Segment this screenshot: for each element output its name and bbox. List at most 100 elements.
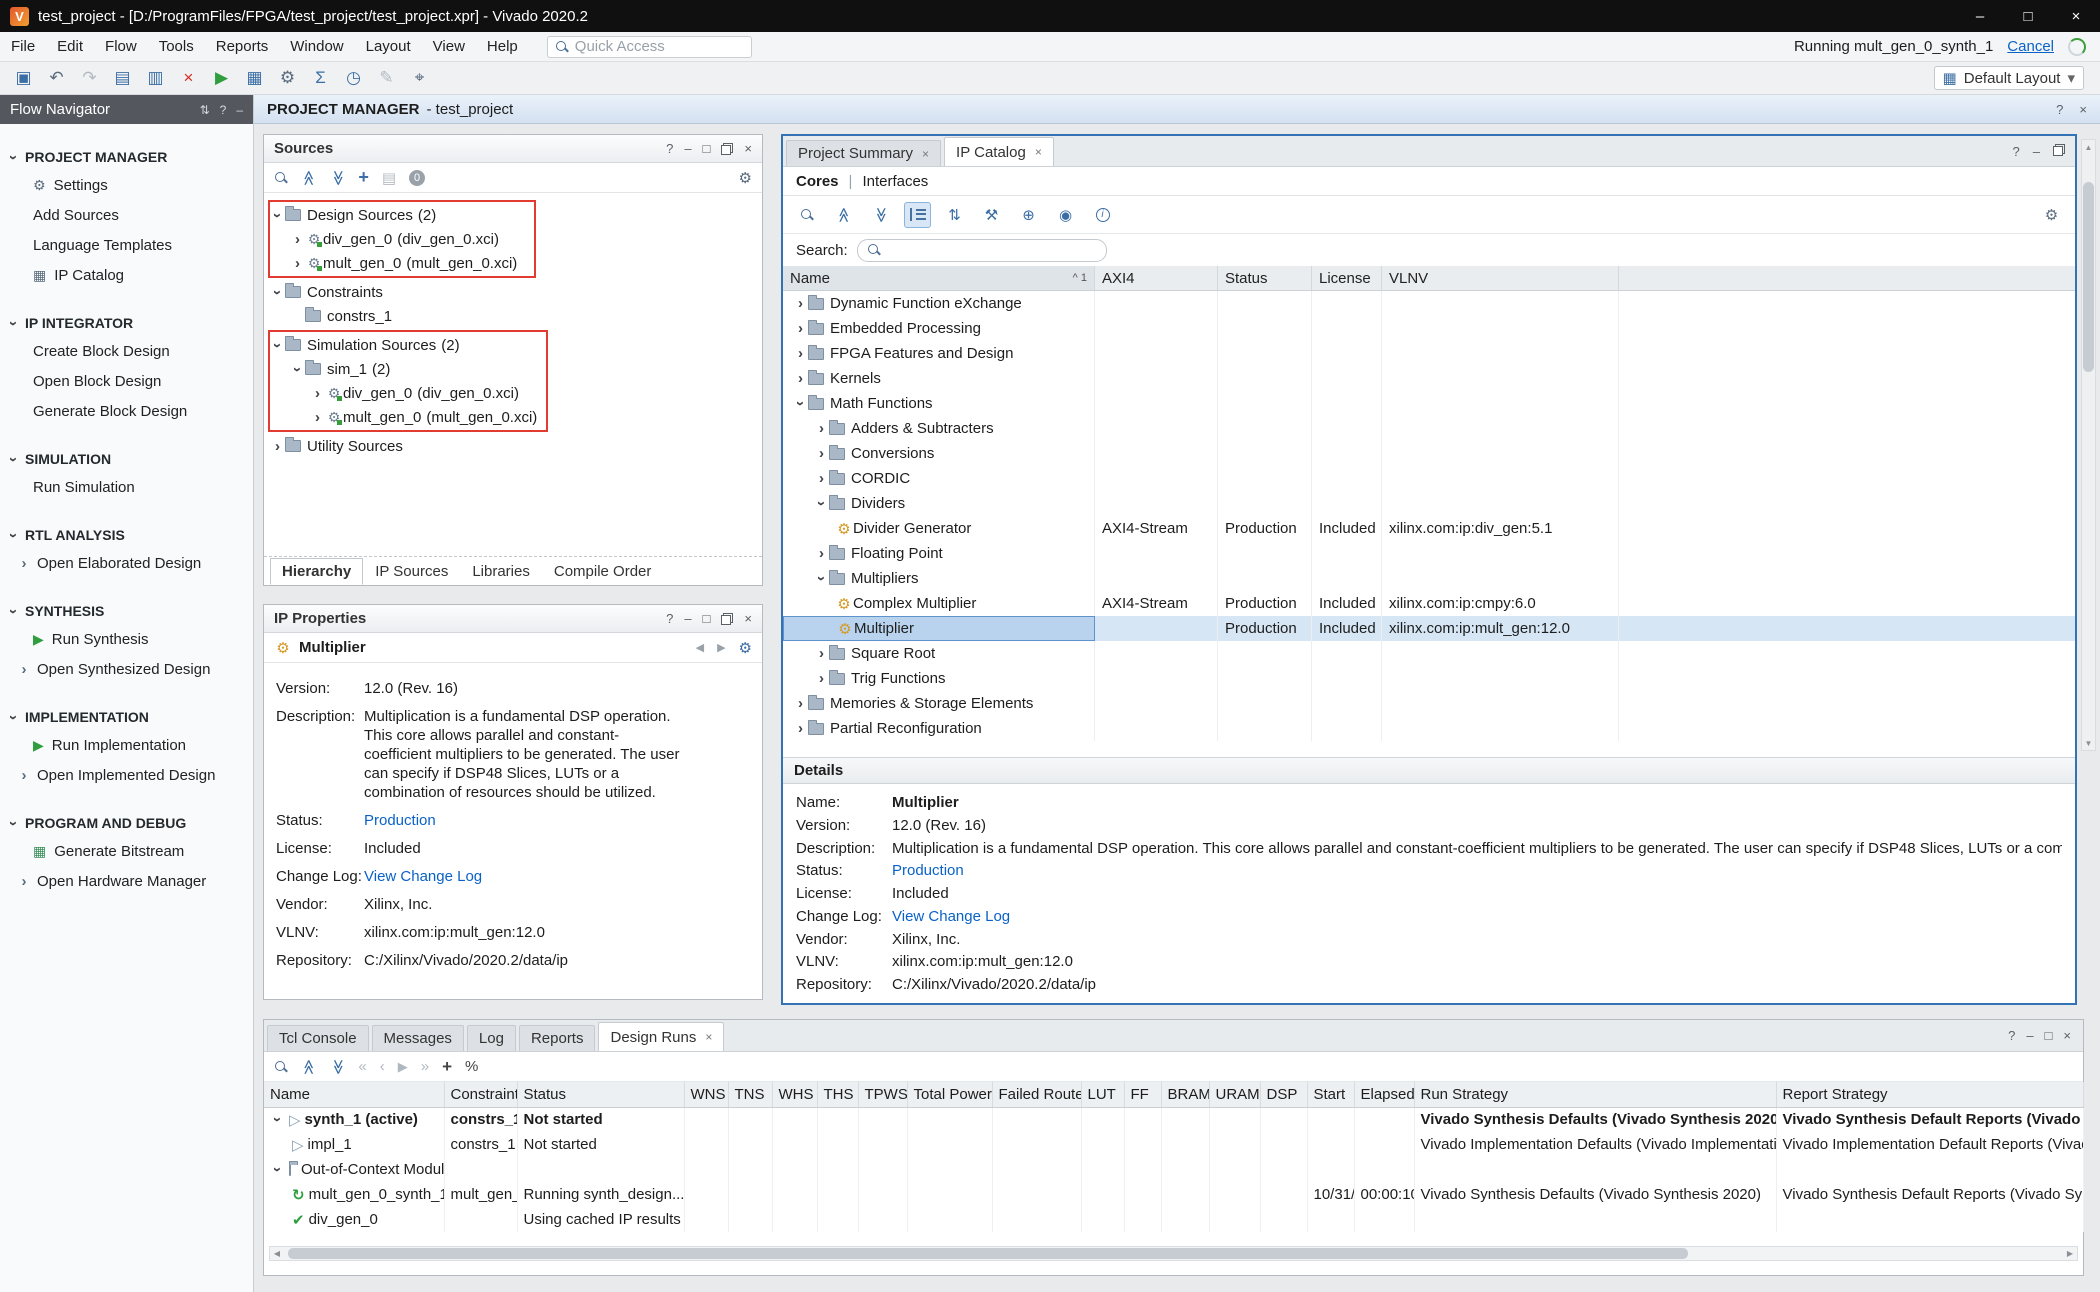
chevron-right-icon[interactable]: [793, 345, 808, 362]
catalog-row-partial-reconfiguration[interactable]: Partial Reconfiguration: [783, 716, 2075, 741]
chevron-right-icon[interactable]: [793, 720, 808, 737]
scrollbar-thumb[interactable]: [2083, 182, 2094, 372]
chevron-right-icon[interactable]: [814, 670, 829, 687]
float-icon[interactable]: [721, 143, 733, 155]
file-properties-icon[interactable]: [382, 169, 396, 187]
column-header-lut[interactable]: LUT: [1081, 1082, 1124, 1107]
close-icon[interactable]: [705, 1030, 712, 1044]
back-icon[interactable]: [696, 641, 704, 654]
go-to-first-icon[interactable]: [358, 1058, 366, 1075]
subtab-cores[interactable]: Cores: [796, 173, 839, 190]
create-run-icon[interactable]: [442, 1057, 452, 1077]
collapse-expand-icon[interactable]: [200, 103, 210, 117]
search-icon[interactable]: [793, 202, 820, 228]
catalog-row-trig-functions[interactable]: Trig Functions: [783, 666, 2075, 691]
chevron-right-icon[interactable]: [310, 385, 325, 402]
hierarchy-toggle-icon[interactable]: [941, 202, 968, 228]
chevron-down-icon[interactable]: [289, 362, 306, 377]
chevron-right-icon[interactable]: [814, 545, 829, 562]
catalog-row-floating-point[interactable]: Floating Point: [783, 541, 2075, 566]
tab-tcl-console[interactable]: Tcl Console: [267, 1025, 369, 1051]
collapse-all-icon[interactable]: [300, 1059, 318, 1075]
run-icon[interactable]: [208, 66, 235, 91]
scrollbar-thumb[interactable]: [288, 1248, 1688, 1259]
menu-layout[interactable]: Layout: [355, 38, 422, 55]
sigma-report-icon[interactable]: [307, 66, 334, 91]
column-header-status[interactable]: Status: [517, 1082, 684, 1107]
debug-probe-icon[interactable]: [406, 66, 433, 91]
column-header-name[interactable]: Name ^ 1: [783, 266, 1095, 290]
run-play-icon[interactable]: [398, 1059, 408, 1075]
ip-settings-icon[interactable]: [1052, 202, 1079, 228]
percent-icon[interactable]: [465, 1058, 478, 1075]
flow-nav-item-settings[interactable]: Settings: [0, 170, 253, 200]
gear-icon[interactable]: [2038, 202, 2065, 228]
minimize-icon[interactable]: [2033, 144, 2040, 159]
tree-item-div-gen-0[interactable]: div_gen_0 (div_gen_0.xci): [270, 227, 534, 251]
menu-view[interactable]: View: [422, 38, 476, 55]
column-header-whs[interactable]: WHS: [772, 1082, 817, 1107]
section-header-program-and-debug[interactable]: PROGRAM AND DEBUG: [0, 810, 253, 836]
status-link[interactable]: Production: [364, 811, 436, 830]
run-row-out-of-context-group[interactable]: Out-of-Context Module Runs: [264, 1157, 2083, 1182]
catalog-row-dynamic-function-exchange[interactable]: Dynamic Function eXchange: [783, 291, 2075, 316]
close-icon[interactable]: [2079, 102, 2087, 117]
chevron-down-icon[interactable]: [269, 1162, 286, 1177]
cancel-link[interactable]: Cancel: [2007, 38, 2054, 55]
design-runs-horizontal-scrollbar[interactable]: [269, 1246, 2078, 1261]
save-icon[interactable]: [10, 66, 37, 91]
flow-nav-item-open-block-design[interactable]: Open Block Design: [0, 366, 253, 396]
menu-file[interactable]: File: [0, 38, 46, 55]
scroll-right-icon[interactable]: [2063, 1249, 2077, 1258]
section-header-project-manager[interactable]: PROJECT MANAGER: [0, 144, 253, 170]
menu-tools[interactable]: Tools: [148, 38, 205, 55]
catalog-row-cordic[interactable]: CORDIC: [783, 466, 2075, 491]
menu-help[interactable]: Help: [476, 38, 529, 55]
maximize-icon[interactable]: [703, 611, 711, 626]
catalog-row-kernels[interactable]: Kernels: [783, 366, 2075, 391]
help-icon[interactable]: [2008, 1028, 2015, 1043]
catalog-row-fpga-features[interactable]: FPGA Features and Design: [783, 341, 2075, 366]
section-header-ip-integrator[interactable]: IP INTEGRATOR: [0, 310, 253, 336]
column-header-axi4[interactable]: AXI4: [1095, 266, 1218, 290]
scroll-left-icon[interactable]: [270, 1249, 284, 1258]
section-header-rtl-analysis[interactable]: RTL ANALYSIS: [0, 522, 253, 548]
tab-libraries[interactable]: Libraries: [460, 558, 542, 585]
redo-icon[interactable]: [76, 66, 103, 91]
flow-nav-item-open-elaborated-design[interactable]: Open Elaborated Design: [0, 548, 253, 578]
menu-edit[interactable]: Edit: [46, 38, 94, 55]
quick-access-search[interactable]: Quick Access: [547, 36, 752, 58]
column-header-wns[interactable]: WNS: [684, 1082, 728, 1107]
customize-wrench-icon[interactable]: [978, 202, 1005, 228]
column-header-vlnv[interactable]: VLNV: [1382, 266, 1619, 290]
close-icon[interactable]: [1035, 145, 1042, 159]
view-change-log-link[interactable]: View Change Log: [892, 908, 1010, 925]
column-header-ths[interactable]: THS: [817, 1082, 858, 1107]
scroll-down-icon[interactable]: [2085, 736, 2093, 750]
gear-icon[interactable]: [739, 639, 752, 657]
column-header-license[interactable]: License: [1312, 266, 1382, 290]
flow-nav-item-create-block-design[interactable]: Create Block Design: [0, 336, 253, 366]
catalog-row-dividers[interactable]: Dividers: [783, 491, 2075, 516]
close-icon[interactable]: [2063, 1028, 2071, 1043]
help-icon[interactable]: [220, 103, 227, 117]
maximize-icon[interactable]: [2045, 1028, 2053, 1043]
expand-all-icon[interactable]: [329, 1059, 347, 1075]
catalog-row-adders-subtracters[interactable]: Adders & Subtracters: [783, 416, 2075, 441]
column-header-run-strategy[interactable]: Run Strategy: [1414, 1082, 1776, 1107]
ip-catalog-vertical-scrollbar[interactable]: [2081, 139, 2096, 751]
catalog-row-multipliers[interactable]: Multipliers: [783, 566, 2075, 591]
tab-hierarchy[interactable]: Hierarchy: [270, 558, 363, 585]
tree-item-design-sources[interactable]: Design Sources (2): [270, 203, 534, 227]
chevron-right-icon[interactable]: [814, 445, 829, 462]
scroll-up-icon[interactable]: [2085, 140, 2093, 154]
step-forward-icon[interactable]: [421, 1058, 429, 1075]
column-header-name[interactable]: Name: [264, 1082, 444, 1107]
catalog-row-divider-generator[interactable]: Divider Generator AXI4-StreamProductionI…: [783, 516, 2075, 541]
chevron-right-icon[interactable]: [793, 695, 808, 712]
add-repository-icon[interactable]: [1015, 202, 1042, 228]
chevron-down-icon[interactable]: [269, 208, 286, 223]
chevron-down-icon[interactable]: [269, 1112, 286, 1127]
column-header-dsp[interactable]: DSP: [1260, 1082, 1307, 1107]
chevron-right-icon[interactable]: [793, 295, 808, 312]
